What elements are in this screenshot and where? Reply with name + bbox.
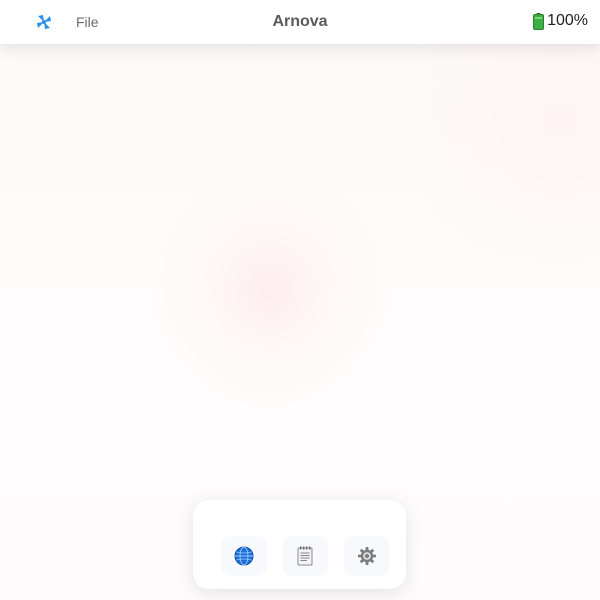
dock-item-browser[interactable] — [221, 536, 267, 576]
globe-icon — [234, 546, 254, 566]
window-title: Arnova — [272, 13, 328, 30]
pinwheel-app-icon[interactable] — [34, 12, 54, 32]
gear-icon — [358, 547, 376, 565]
battery-icon — [533, 12, 545, 30]
top-menu-bar: File Arnova 100% — [0, 0, 600, 44]
dock-item-settings[interactable] — [344, 536, 390, 576]
notepad-icon — [297, 546, 313, 566]
app-dock — [193, 500, 406, 589]
dock-item-notes[interactable] — [282, 536, 328, 576]
battery-percent: 100% — [547, 12, 588, 29]
file-menu[interactable]: File — [76, 14, 99, 30]
battery-status[interactable]: 100% — [533, 12, 588, 30]
